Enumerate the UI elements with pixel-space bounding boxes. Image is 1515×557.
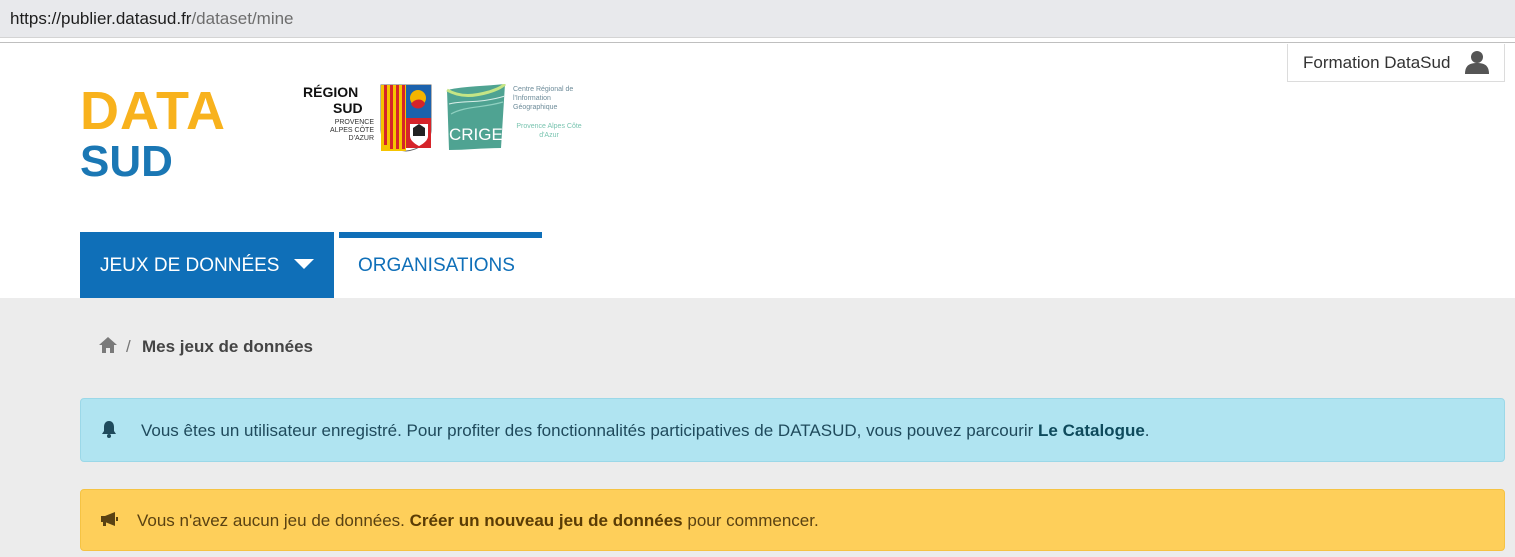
account-menu[interactable]: Formation DataSud [1287,44,1505,82]
region-shield-icon [380,84,432,152]
crige-description: Centre Régional de l'Information Géograp… [513,86,574,111]
breadcrumb-separator: / [126,337,131,356]
url-text[interactable]: https://publier.datasud.fr/dataset/mine [10,9,294,29]
url-host: https://publier.datasud.fr [10,9,192,28]
region-sud-logo[interactable]: RÉGION SUD PROVENCE ALPES CÔTE D'AZUR [300,83,434,153]
crige-emblem-icon: CRIGE [446,84,507,150]
info-alert: Vous êtes un utilisateur enregistré. Pou… [80,398,1505,462]
megaphone-icon [101,512,118,526]
region-logo-word: RÉGION [303,84,359,100]
crige-region: Provence Alpes Côte d'Azur [516,123,582,139]
info-alert-text: Vous êtes un utilisateur enregistré. Pou… [141,421,1150,441]
browser-address-bar[interactable]: https://publier.datasud.fr/dataset/mine [0,0,1515,38]
breadcrumb-current: Mes jeux de données [142,337,313,356]
user-icon [1465,51,1489,74]
region-logo-sud: SUD [333,100,363,116]
home-icon[interactable] [98,336,118,354]
warning-alert-end: pour commencer. [682,511,819,530]
bell-icon [102,421,116,438]
nav-tab-datasets[interactable]: JEUX DE DONNÉES [80,232,334,298]
warning-alert: Vous n'avez aucun jeu de données. Créer … [80,489,1505,551]
region-logo-subtitle: PROVENCE ALPES CÔTE D'AZUR [330,119,374,142]
nav-tab-organisations[interactable]: ORGANISATIONS [339,232,542,298]
warning-alert-message: Vous n'avez aucun jeu de données. [137,511,410,530]
create-dataset-link[interactable]: Créer un nouveau jeu de données [410,511,683,530]
crige-emblem-text: CRIGE [449,125,503,144]
datasud-logo-sud: SUD [80,137,173,186]
url-path: /dataset/mine [191,9,294,28]
nav-tab-datasets-label: JEUX DE DONNÉES [100,255,280,276]
info-alert-message: Vous êtes un utilisateur enregistré. Pou… [141,421,1039,440]
warning-alert-text: Vous n'avez aucun jeu de données. Créer … [137,511,819,531]
datasud-logo[interactable]: DATA SUD [80,84,270,194]
account-user-name: Formation DataSud [1303,53,1451,72]
nav-tab-organisations-label: ORGANISATIONS [358,255,515,276]
catalogue-link[interactable]: Le Catalogue [1038,421,1145,440]
info-alert-end: . [1144,421,1150,440]
caret-down-icon [294,259,314,269]
datasud-logo-data: DATA [80,81,226,141]
crige-logo[interactable]: CRIGE Centre Régional de l'Information G… [443,82,583,154]
